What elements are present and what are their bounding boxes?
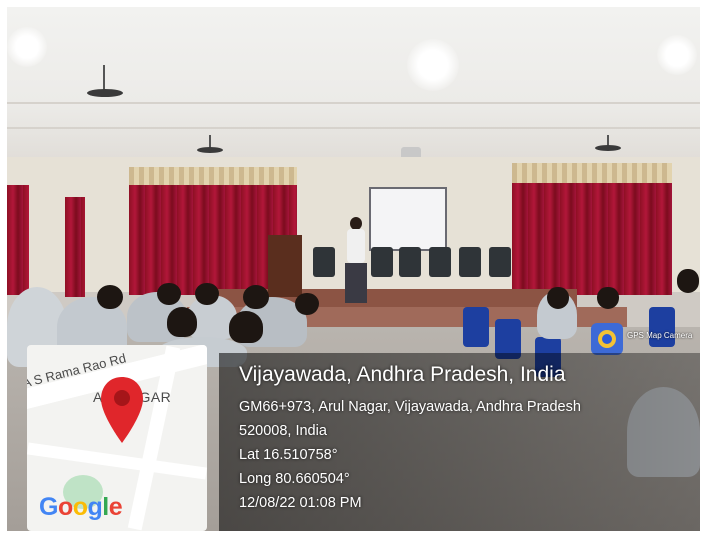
curtain-far-left <box>7 185 29 295</box>
student-head <box>157 283 181 305</box>
speaker-body <box>347 229 365 263</box>
student-head <box>167 307 197 337</box>
curtain-far-left-2 <box>65 197 85 297</box>
podium <box>268 235 302 297</box>
location-title: Vijayawada, Andhra Pradesh, India <box>239 363 566 386</box>
projection-screen <box>369 187 447 251</box>
address-line-1: GM66+973, Arul Nagar, Vijayawada, Andhra… <box>239 399 581 415</box>
google-logo: Google <box>39 493 123 521</box>
speaker-legs <box>345 263 367 303</box>
stage-chair <box>313 247 335 277</box>
gps-camera-icon <box>591 323 623 355</box>
student-head <box>295 293 319 315</box>
latitude: Lat 16.510758° <box>239 447 338 463</box>
student-head <box>229 311 263 343</box>
student-head <box>597 287 619 309</box>
stage-chair <box>489 247 511 277</box>
curtain-right <box>512 183 672 295</box>
map-pin-icon <box>101 377 143 443</box>
stage-chair <box>371 247 393 277</box>
ceiling-beam <box>7 102 700 104</box>
ceiling-light <box>7 27 47 67</box>
student-head <box>677 269 699 293</box>
address-line-2: 520008, India <box>239 423 327 439</box>
longitude: Long 80.660504° <box>239 471 350 487</box>
location-info: Vijayawada, Andhra Pradesh, India GM66+9… <box>239 361 581 515</box>
ceiling-light <box>407 39 459 91</box>
ceiling-beam <box>7 127 700 129</box>
map-road <box>27 442 207 480</box>
ceiling-fan <box>197 147 223 153</box>
curtain-valance <box>512 163 672 185</box>
stage-chair <box>399 247 421 277</box>
stage-chair <box>459 247 481 277</box>
map-thumbnail: A S Rama Rao Rd A NAGAR Google <box>27 345 207 531</box>
timestamp: 12/08/22 01:08 PM <box>239 495 362 511</box>
stage-chair <box>429 247 451 277</box>
student-head <box>243 285 269 309</box>
student-head <box>547 287 569 309</box>
fan-rod <box>103 65 105 91</box>
student-head <box>97 285 123 309</box>
ceiling-light <box>657 35 697 75</box>
photo-frame: GPS Map Camera A S Rama Rao Rd A NAGAR G… <box>7 7 700 531</box>
curtain-valance <box>129 167 297 187</box>
student-head <box>195 283 219 305</box>
ceiling-fan <box>87 89 123 97</box>
blue-chair <box>649 307 675 347</box>
ceiling-fan <box>595 145 621 151</box>
gps-app-label: GPS Map Camera <box>627 331 693 340</box>
blue-chair <box>463 307 489 347</box>
